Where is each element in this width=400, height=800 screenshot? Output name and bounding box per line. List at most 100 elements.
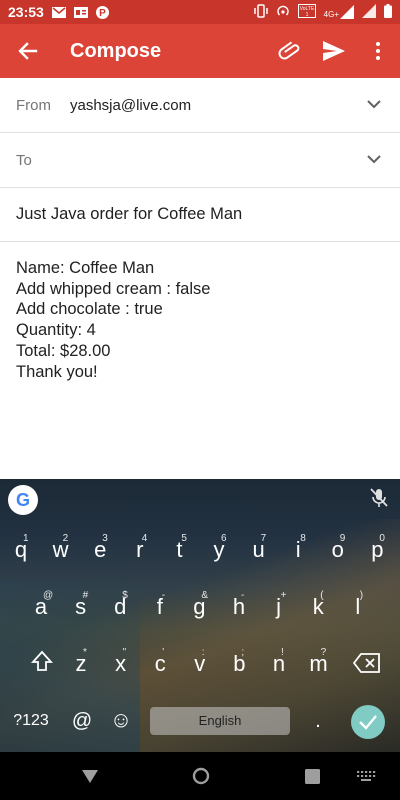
from-value: yashsja@live.com xyxy=(70,96,192,114)
key-k[interactable]: k xyxy=(302,587,334,627)
key-y[interactable]: y xyxy=(203,530,235,570)
key-e[interactable]: e xyxy=(84,530,116,570)
key-hint: 8 xyxy=(300,533,306,544)
key-h[interactable]: h xyxy=(223,587,255,627)
key-hint: 6 xyxy=(221,533,227,544)
send-button[interactable] xyxy=(312,24,356,78)
enter-key[interactable] xyxy=(351,705,385,739)
key-hint: ' xyxy=(162,647,165,658)
subject-text: Just Java order for Coffee Man xyxy=(16,205,243,223)
key-hint: 7 xyxy=(260,533,267,544)
backspace-key[interactable] xyxy=(352,653,382,683)
key-hint: @ xyxy=(43,590,54,601)
key-hint: + xyxy=(280,590,287,601)
wifi-signal-icon xyxy=(362,3,376,21)
space-bar[interactable]: English xyxy=(150,707,290,735)
key-x[interactable]: x xyxy=(105,644,137,684)
chevron-down-icon[interactable] xyxy=(366,96,382,112)
key-hint: : xyxy=(201,647,205,658)
key-i[interactable]: i xyxy=(282,530,314,570)
key-hint: 2 xyxy=(62,533,69,544)
key-s[interactable]: s xyxy=(65,587,97,627)
key-f[interactable]: f xyxy=(144,587,176,627)
mic-off-icon[interactable] xyxy=(368,487,390,509)
recents-nav-button[interactable] xyxy=(302,766,322,786)
key-hint: $ xyxy=(122,590,128,601)
app-bar: Compose xyxy=(0,24,400,78)
back-button[interactable] xyxy=(0,24,56,78)
body-line: Total: $28.00 xyxy=(16,341,111,360)
key-hint: ) xyxy=(359,590,364,601)
hotspot-icon xyxy=(276,4,290,21)
to-row[interactable]: To xyxy=(0,133,400,188)
key-w[interactable]: w xyxy=(45,530,77,570)
status-left: 23:53 P xyxy=(8,4,110,20)
gmail-icon xyxy=(51,6,66,18)
key-hint: 5 xyxy=(181,533,187,544)
back-nav-button[interactable] xyxy=(80,766,100,786)
body-line: Quantity: 4 xyxy=(16,321,96,340)
google-logo-button[interactable]: G xyxy=(8,485,38,515)
key-j[interactable]: j xyxy=(263,587,295,627)
keyboard-switch-button[interactable] xyxy=(356,766,376,786)
send-icon xyxy=(323,41,345,61)
key-hint: ? xyxy=(320,647,327,658)
more-options-button[interactable] xyxy=(356,24,400,78)
key-z[interactable]: z xyxy=(65,644,97,684)
battery-icon xyxy=(384,3,392,21)
message-body[interactable]: Name: Coffee Man Add whipped cream : fal… xyxy=(16,258,386,382)
shift-icon xyxy=(30,650,54,671)
vibrate-icon xyxy=(253,3,268,21)
key-hint: ; xyxy=(241,647,245,658)
keyboard-icon xyxy=(357,771,376,781)
pocket-icon: P xyxy=(96,5,110,19)
key-hint: - xyxy=(241,590,245,601)
key-l[interactable]: l xyxy=(342,587,374,627)
emoji-icon: ☺ xyxy=(109,707,133,732)
shift-key[interactable] xyxy=(30,649,54,679)
arrow-back-icon xyxy=(18,42,38,60)
key-t[interactable]: t xyxy=(163,530,195,570)
period-key[interactable]: . xyxy=(310,707,326,735)
key-m[interactable]: m xyxy=(303,644,335,684)
page-title: Compose xyxy=(70,39,162,62)
home-nav-button[interactable] xyxy=(191,766,211,786)
to-label: To xyxy=(16,151,32,169)
key-d[interactable]: d xyxy=(104,587,136,627)
key-hint: ( xyxy=(320,590,324,601)
triangle-back-icon xyxy=(82,770,98,783)
paperclip-icon xyxy=(278,41,300,60)
chevron-down-icon[interactable] xyxy=(366,151,382,167)
subject-field[interactable]: Just Java order for Coffee Man xyxy=(0,188,400,242)
key-o[interactable]: o xyxy=(322,530,354,570)
at-key[interactable]: @ xyxy=(70,707,94,735)
key-b[interactable]: b xyxy=(223,644,255,684)
keyboard: G q1w2e3r4t5y6u7i8o9p0 a @ s # d $ f - g & h - j + k(l… xyxy=(0,479,400,752)
volte-icon: VoLTE 1 xyxy=(297,3,316,21)
key-g[interactable]: g xyxy=(183,587,215,627)
key-r[interactable]: r xyxy=(124,530,156,570)
key-hint: 4 xyxy=(141,533,148,544)
key-hint: & xyxy=(201,590,209,601)
symbols-key[interactable]: ?123 xyxy=(8,709,54,733)
4g-signal-icon: 4G+ xyxy=(324,5,354,19)
key-u[interactable]: u xyxy=(243,530,275,570)
key-n[interactable]: n xyxy=(263,644,295,684)
key-q[interactable]: q xyxy=(5,530,37,570)
status-time: 23:53 xyxy=(8,4,44,20)
svg-text:P: P xyxy=(99,8,106,19)
body-line: Thank you! xyxy=(16,362,98,381)
body-line: Add chocolate : true xyxy=(16,300,163,319)
attach-button[interactable] xyxy=(268,24,312,78)
from-row[interactable]: From yashsja@live.com xyxy=(0,78,400,133)
from-label: From xyxy=(16,96,51,114)
key-p[interactable]: p xyxy=(361,530,393,570)
emoji-key[interactable]: ☺ xyxy=(107,705,135,735)
key-v[interactable]: v xyxy=(184,644,216,684)
backspace-icon xyxy=(352,653,380,673)
square-recents-icon xyxy=(304,768,320,784)
key-hint: 1 xyxy=(23,533,29,544)
key-hint: # xyxy=(82,590,89,601)
key-c[interactable]: c xyxy=(144,644,176,684)
body-line: Add whipped cream : false xyxy=(16,279,211,298)
